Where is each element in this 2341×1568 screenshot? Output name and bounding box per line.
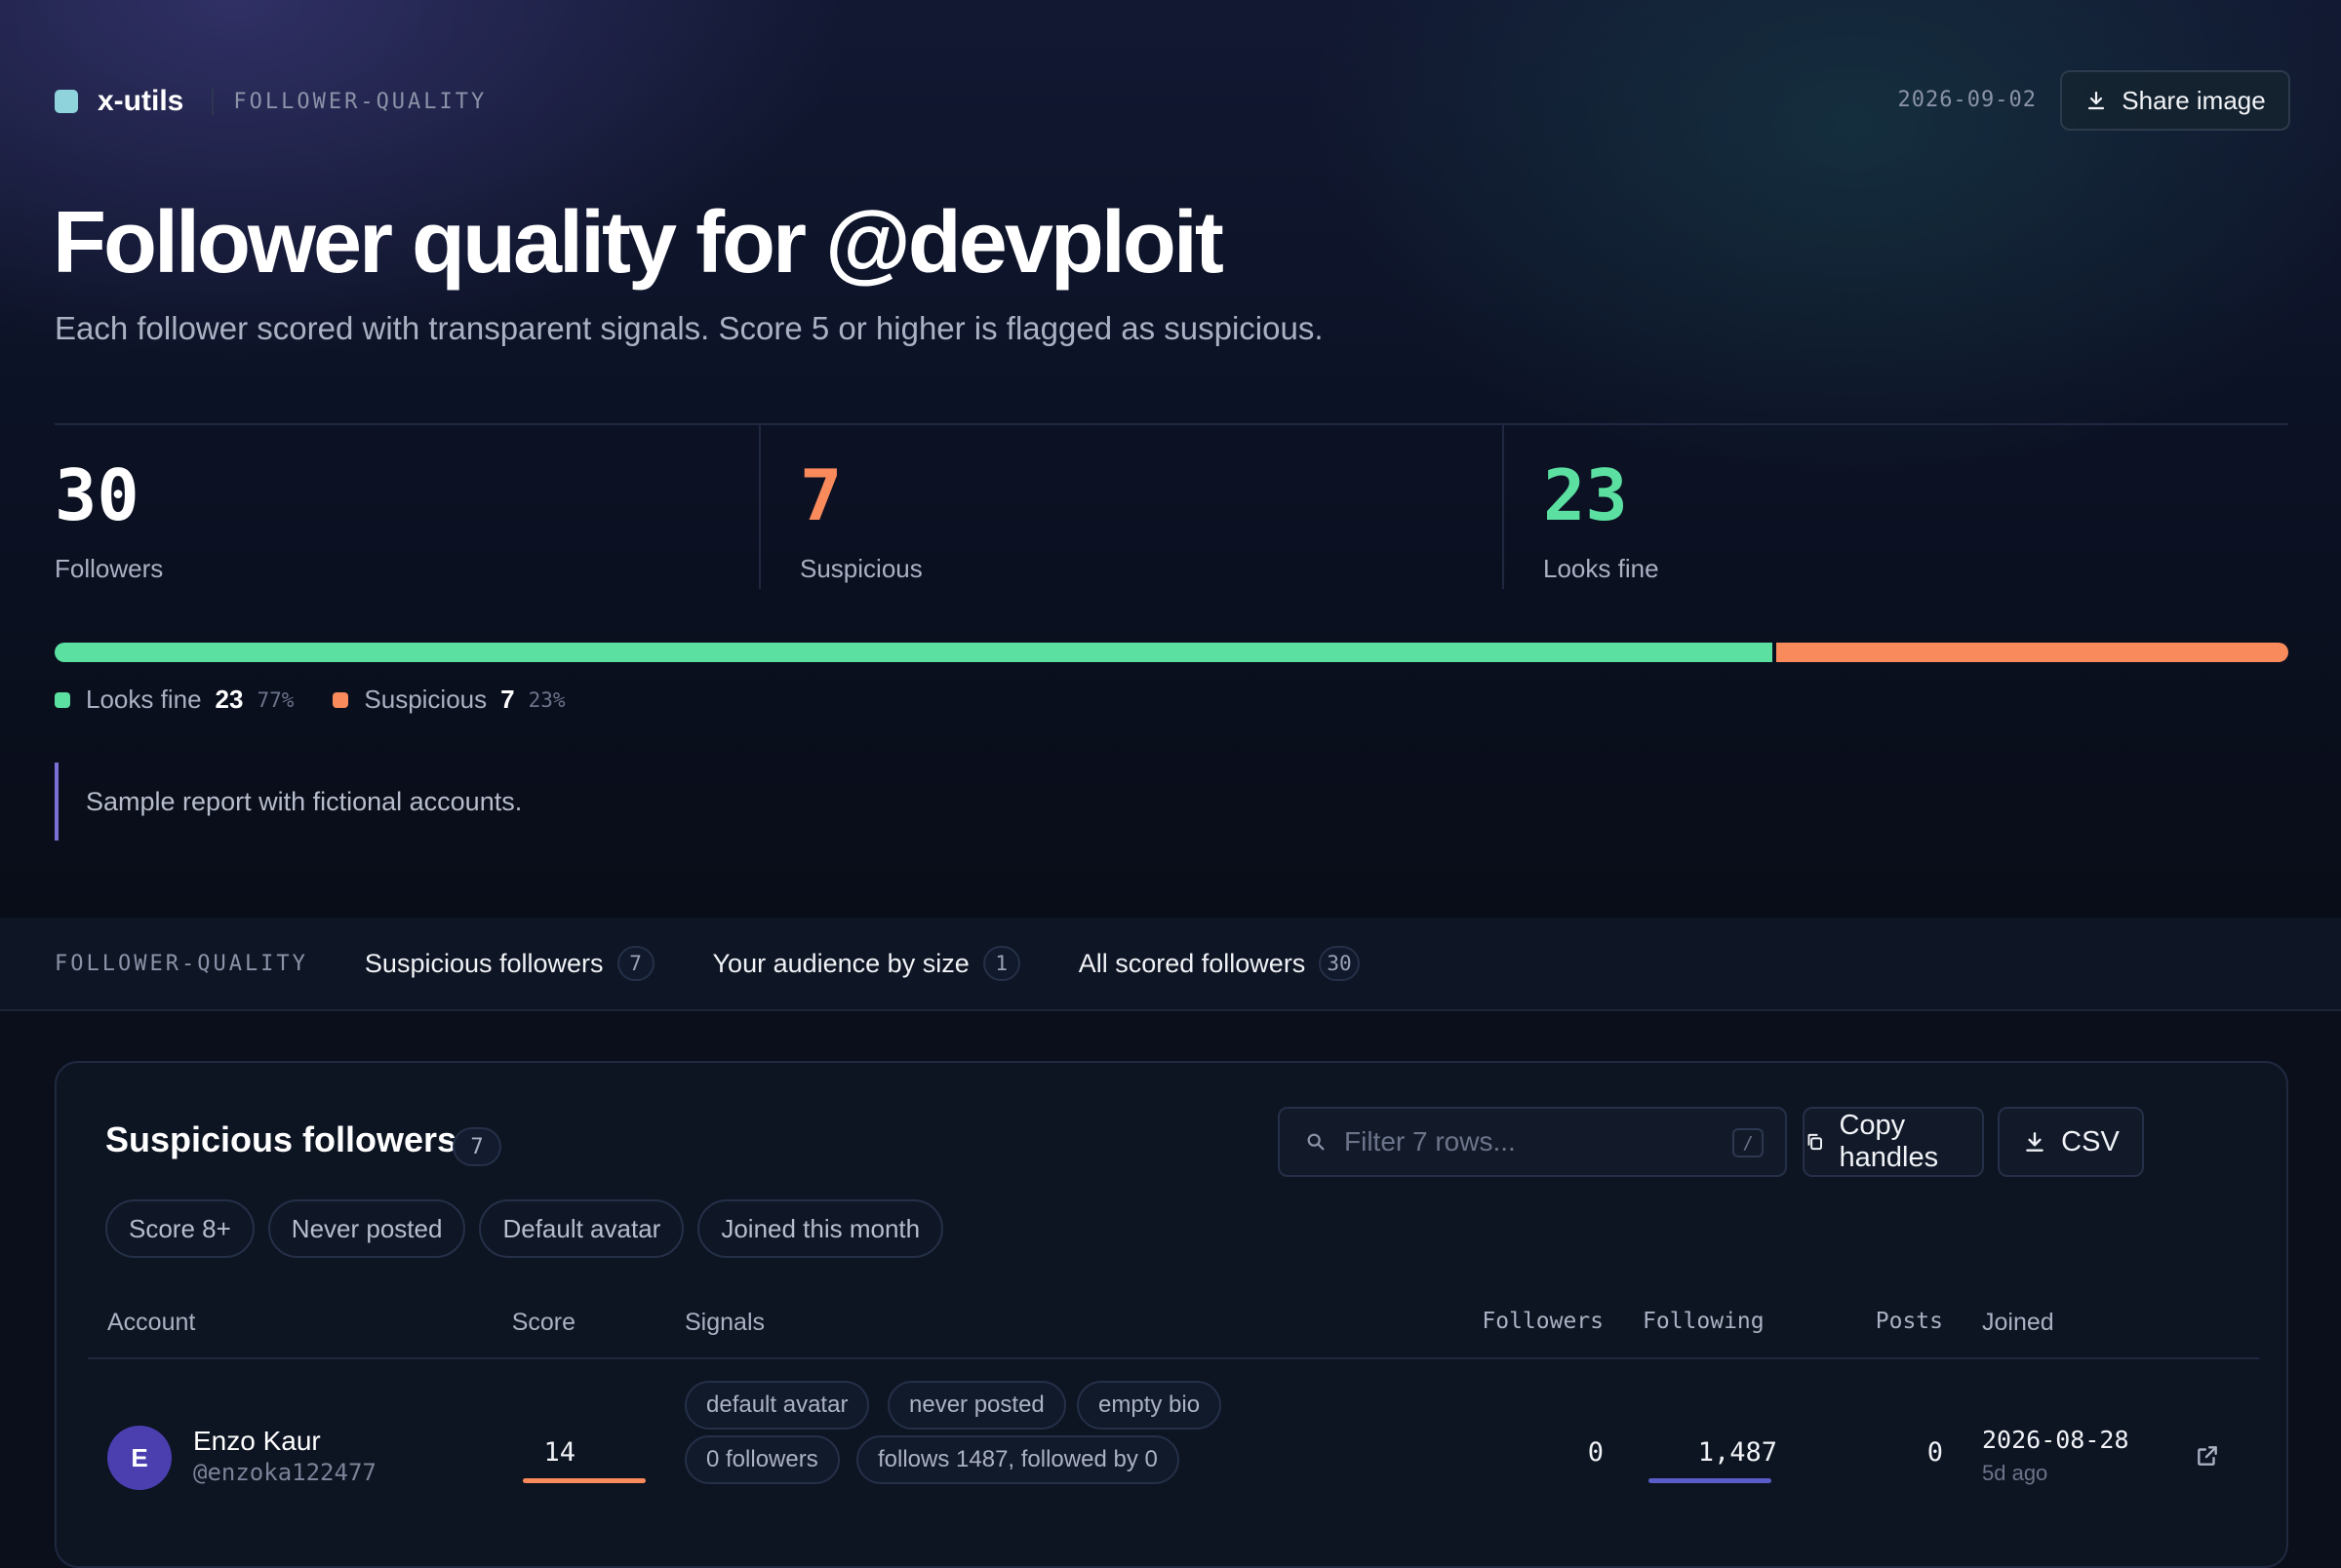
- stat-fine-label: Looks fine: [1543, 554, 1659, 583]
- tab-count: 7: [616, 946, 655, 981]
- tab-suspicious-followers[interactable]: Suspicious followers 7: [365, 946, 655, 981]
- download-icon: [2026, 1132, 2043, 1152]
- score-bar: [523, 1478, 646, 1483]
- sample-note: Sample report with fictional accounts.: [55, 763, 522, 841]
- bar-segment-fine: [55, 643, 1772, 662]
- copy-icon: [1807, 1133, 1822, 1151]
- legend-fine-swatch: [55, 691, 70, 708]
- tab-count: 1: [982, 946, 1020, 981]
- breakdown-legend: Looks fine 23 77% Suspicious 7 23%: [55, 685, 566, 715]
- tab-label: Your audience by size: [712, 948, 970, 978]
- brand-section: FOLLOWER-QUALITY: [233, 89, 488, 114]
- page-subtitle: Each follower scored with transparent si…: [55, 310, 1324, 346]
- tab-label: All scored followers: [1078, 948, 1306, 978]
- legend-fine-count: 23: [215, 685, 244, 714]
- stat-followers: 30 Followers: [55, 425, 757, 589]
- external-link-icon[interactable]: [2195, 1443, 2220, 1469]
- chip-never-posted[interactable]: Never posted: [267, 1199, 466, 1258]
- csv-export-button[interactable]: CSV: [1998, 1107, 2144, 1177]
- tab-bar: FOLLOWER-QUALITY Suspicious followers 7 …: [0, 918, 2341, 1011]
- chip-score-8-plus[interactable]: Score 8+: [105, 1199, 255, 1258]
- column-header-signals: Signals: [685, 1309, 765, 1336]
- copy-handles-label: Copy handles: [1839, 1110, 1939, 1173]
- stat-separator: [759, 425, 761, 589]
- signal-tag: empty bio: [1077, 1381, 1222, 1430]
- account-name: Enzo Kaur: [193, 1426, 321, 1456]
- tab-section-label: FOLLOWER-QUALITY: [55, 951, 308, 976]
- tab-audience-by-size[interactable]: Your audience by size 1: [713, 946, 1020, 981]
- followers-count: 0: [1587, 1437, 1604, 1468]
- stat-suspicious: 7 Suspicious: [800, 425, 1502, 589]
- card-count-badge: 7: [453, 1127, 501, 1166]
- column-header-score[interactable]: Score: [512, 1309, 575, 1337]
- search-icon: [1307, 1133, 1325, 1151]
- column-header-posts[interactable]: Posts: [1876, 1309, 1943, 1334]
- chip-default-avatar[interactable]: Default avatar: [479, 1199, 685, 1258]
- suspicious-followers-card: Suspicious followers 7 / Copy handles CS…: [55, 1061, 2288, 1568]
- legend-suspicious-pct: 23%: [528, 687, 566, 712]
- card-title: Suspicious followers: [105, 1119, 457, 1159]
- avatar: E: [107, 1426, 172, 1490]
- tab-label: Suspicious followers: [364, 948, 604, 978]
- following-bar-fill: [1648, 1478, 1771, 1483]
- signal-tag: 0 followers: [685, 1435, 840, 1484]
- brand-name: x-utils: [98, 85, 184, 117]
- stat-followers-label: Followers: [55, 554, 164, 583]
- table-header-divider: [88, 1357, 2259, 1359]
- stat-suspicious-value: 7: [800, 454, 843, 536]
- tab-all-scored-followers[interactable]: All scored followers 30: [1079, 946, 1360, 981]
- legend-suspicious-label: Suspicious: [364, 685, 488, 714]
- joined-ago: 5d ago: [1982, 1461, 2048, 1485]
- filter-input[interactable]: [1342, 1125, 1697, 1158]
- tab-count: 30: [1319, 946, 1360, 981]
- stat-separator: [1502, 425, 1504, 589]
- column-header-account[interactable]: Account: [107, 1309, 195, 1337]
- share-image-button[interactable]: Share image: [2060, 70, 2290, 131]
- stat-fine-value: 23: [1543, 454, 1628, 536]
- bar-segment-suspicious: [1776, 643, 2288, 662]
- page-title: Follower quality for @devploit: [53, 194, 1224, 292]
- legend-fine-label: Looks fine: [86, 685, 202, 714]
- quality-breakdown-bar: [55, 643, 2288, 662]
- stat-followers-value: 30: [55, 454, 139, 536]
- following-bar: [1648, 1478, 1771, 1483]
- download-icon: [2088, 91, 2105, 110]
- brand-logo-icon: [55, 90, 78, 113]
- filter-field[interactable]: /: [1278, 1107, 1787, 1177]
- score-value: 14: [543, 1437, 575, 1468]
- filter-shortcut-hint: /: [1732, 1128, 1764, 1157]
- column-header-followers[interactable]: Followers: [1482, 1309, 1604, 1334]
- report-date: 2026-09-02: [1897, 88, 2037, 112]
- legend-fine-pct: 77%: [257, 687, 295, 712]
- signal-tag: follows 1487, followed by 0: [856, 1435, 1179, 1484]
- chip-joined-this-month[interactable]: Joined this month: [697, 1199, 944, 1258]
- stat-fine: 23 Looks fine: [1543, 425, 2245, 589]
- score-bar-fill: [523, 1478, 646, 1483]
- share-image-label: Share image: [2122, 85, 2266, 115]
- stat-suspicious-label: Suspicious: [800, 554, 923, 583]
- posts-count: 0: [1926, 1437, 1943, 1468]
- legend-suspicious-count: 7: [500, 685, 515, 714]
- following-count: 1,487: [1697, 1437, 1777, 1468]
- csv-export-label: CSV: [2061, 1125, 2120, 1157]
- signal-tag: never posted: [888, 1381, 1066, 1430]
- joined-date: 2026-08-28: [1982, 1426, 2129, 1454]
- quick-filter-chips: Score 8+ Never posted Default avatar Joi…: [105, 1199, 944, 1258]
- signal-tag: default avatar: [685, 1381, 870, 1430]
- legend-suspicious-swatch: [333, 691, 349, 708]
- column-header-following[interactable]: Following: [1643, 1309, 1765, 1334]
- column-header-joined[interactable]: Joined: [1982, 1309, 2054, 1337]
- brand: x-utils FOLLOWER-QUALITY: [55, 80, 487, 123]
- copy-handles-button[interactable]: Copy handles: [1803, 1107, 1984, 1177]
- brand-divider: [212, 88, 215, 115]
